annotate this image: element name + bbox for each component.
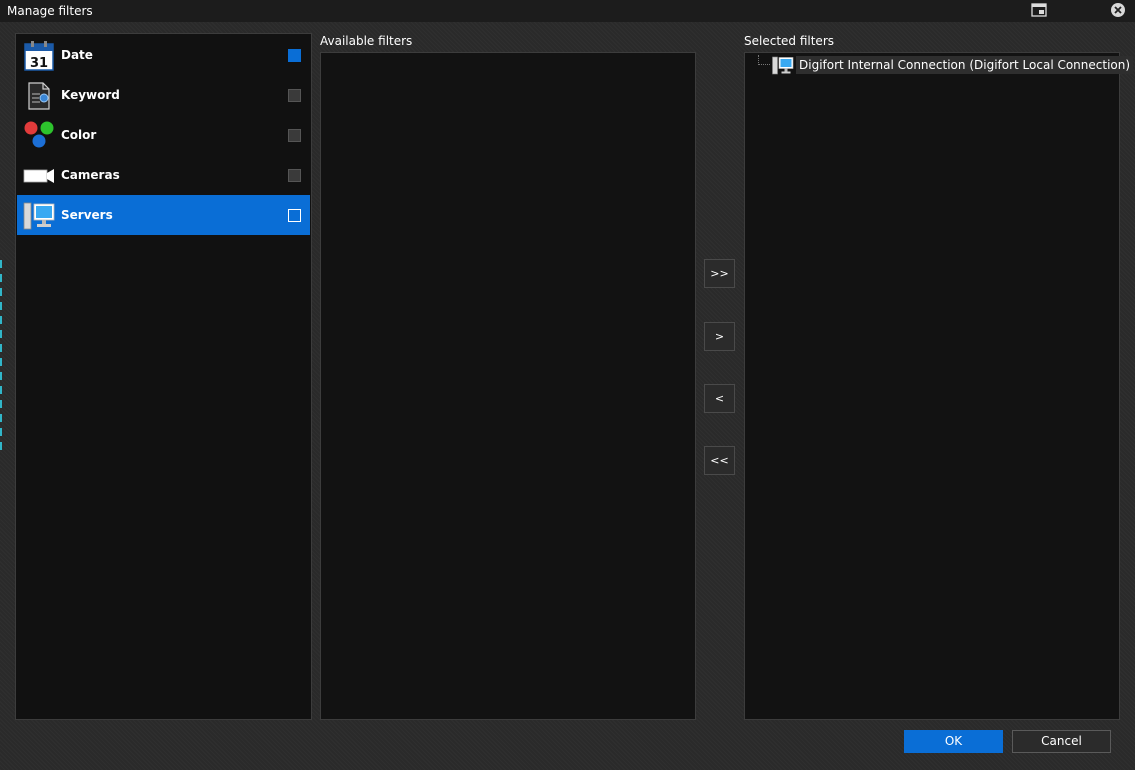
category-item-keyword[interactable]: Keyword [17, 75, 310, 115]
category-label: Keyword [61, 88, 120, 102]
server-computer-icon [23, 202, 55, 230]
category-checkbox-cameras[interactable] [288, 169, 301, 182]
window-edge-marker [0, 260, 2, 450]
restore-window-icon[interactable] [1031, 3, 1047, 17]
tree-connector [758, 64, 770, 65]
category-item-color[interactable]: Color [17, 115, 310, 155]
selected-filters-tree[interactable]: Digifort Internal Connection (Digifort L… [744, 52, 1134, 720]
category-label: Date [61, 48, 93, 62]
cancel-button[interactable]: Cancel [1012, 730, 1111, 753]
remove-all-button[interactable]: << [704, 446, 735, 475]
selected-filters-label: Selected filters [744, 34, 834, 48]
add-selected-button[interactable]: > [704, 322, 735, 351]
category-item-date[interactable]: 31 Date [17, 35, 310, 75]
camera-icon [23, 169, 54, 183]
available-filters-label: Available filters [320, 34, 413, 48]
calendar-icon-text: 31 [30, 56, 48, 71]
category-label: Servers [61, 208, 113, 222]
color-dots-icon [24, 121, 54, 148]
ok-button[interactable]: OK [904, 730, 1003, 753]
calendar-icon: 31 [24, 41, 54, 71]
category-item-cameras[interactable]: Cameras [17, 155, 310, 195]
manage-filters-window: Manage filters 31 Date Keyword Color Cam… [0, 0, 1135, 770]
remove-selected-button[interactable]: < [704, 384, 735, 413]
keyword-document-icon [28, 82, 50, 110]
tree-item-label: Digifort Internal Connection (Digifort L… [796, 56, 1134, 74]
add-all-button[interactable]: >> [704, 259, 735, 288]
server-computer-icon [772, 56, 794, 75]
category-checkbox-servers[interactable] [288, 209, 301, 222]
close-icon[interactable] [1110, 2, 1126, 18]
category-checkbox-date[interactable] [288, 49, 301, 62]
category-label: Cameras [61, 168, 120, 182]
available-filters-list[interactable] [320, 52, 696, 720]
window-title: Manage filters [7, 4, 93, 18]
category-item-servers[interactable]: Servers [17, 195, 310, 235]
title-bar: Manage filters [0, 0, 1135, 22]
category-label: Color [61, 128, 97, 142]
category-checkbox-color[interactable] [288, 129, 301, 142]
filter-category-list: 31 Date Keyword Color Cameras Servers [15, 33, 312, 720]
category-checkbox-keyword[interactable] [288, 89, 301, 102]
